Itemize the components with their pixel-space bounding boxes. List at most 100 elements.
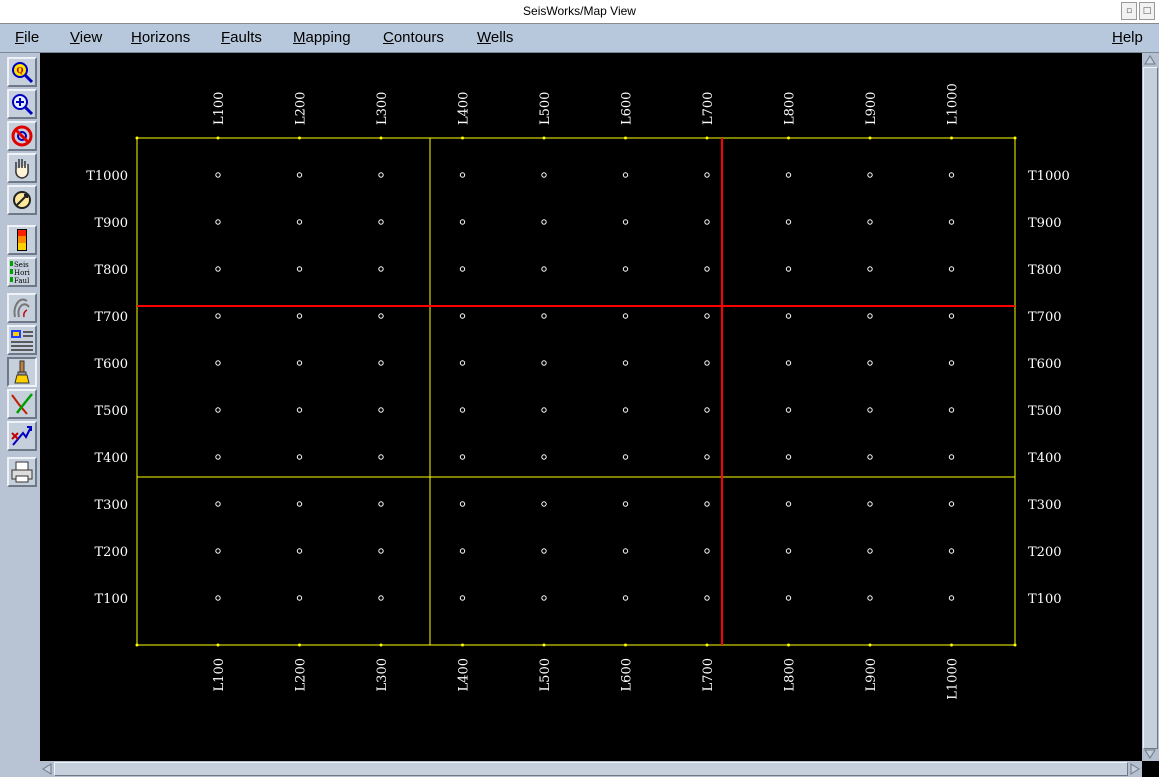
line-label-bottom: L300	[375, 658, 390, 691]
shotpoint-marker	[459, 595, 466, 601]
trace-label-right: T1000	[1028, 169, 1070, 184]
menu-horizons[interactable]: Horizons	[131, 29, 190, 46]
line-tick	[542, 643, 546, 647]
shotpoint-marker	[541, 172, 547, 178]
paint-brush-icon	[14, 360, 30, 384]
color-legend-button[interactable]	[7, 325, 37, 355]
maximize-button[interactable]: □	[1139, 2, 1155, 20]
line-tick	[950, 643, 953, 647]
scroll-down-icon[interactable]	[1143, 747, 1157, 761]
line-label-top: L400	[457, 92, 472, 125]
zoom-cancel-button[interactable]	[7, 121, 37, 151]
shotpoint-marker	[459, 501, 466, 507]
title-bar[interactable]: SeisWorks/Map View ▫ □	[0, 0, 1159, 24]
shotpoint-marker	[296, 313, 303, 319]
color-bar-button[interactable]	[7, 225, 37, 255]
seis-label: Seis	[14, 261, 29, 269]
map-canvas[interactable]: L100 L100 L200 L200 L300 L300 L400 L400 L500 L500…	[40, 53, 1142, 761]
menu-file[interactable]: File	[15, 29, 39, 46]
trace-label-left: T600	[95, 357, 128, 372]
trace-label-left: T400	[95, 451, 128, 466]
shotpoint-marker	[296, 266, 303, 272]
trace-label-left: T200	[95, 545, 128, 560]
shotpoint-marker	[541, 595, 547, 601]
shotpoint-marker	[378, 407, 384, 413]
shotpoint-marker	[541, 454, 547, 460]
shotpoint-marker	[215, 407, 221, 413]
line-tick	[379, 643, 383, 647]
horizontal-scroll-thumb[interactable]	[54, 762, 1128, 776]
shotpoint-marker	[296, 595, 303, 601]
shotpoint-marker	[215, 172, 221, 178]
menu-contours[interactable]: Contours	[383, 29, 444, 46]
minimize-button[interactable]: ▫	[1121, 2, 1137, 20]
shotpoint-marker	[867, 313, 873, 319]
base-map[interactable]: L100 L100 L200 L200 L300 L300 L400 L400 L500 L500…	[40, 53, 1142, 761]
boundary-corner	[1013, 136, 1017, 140]
shotpoint-marker	[867, 501, 873, 507]
shotpoint-marker	[785, 548, 792, 554]
line-label-top: L1000	[946, 83, 961, 125]
trace-label-left: T300	[95, 498, 128, 513]
shotpoint-marker	[867, 172, 873, 178]
line-label-top: L500	[538, 92, 553, 125]
vertical-scrollbar[interactable]	[1142, 53, 1159, 761]
tool-palette: Q Seis Hori Faul	[0, 53, 40, 761]
refresh-button[interactable]	[7, 185, 37, 215]
print-button[interactable]	[7, 457, 37, 487]
pick-arrow-button[interactable]	[7, 421, 37, 451]
shotpoint-marker	[215, 454, 221, 460]
pan-button[interactable]	[7, 153, 37, 183]
shotpoint-marker	[948, 219, 955, 225]
window-title: SeisWorks/Map View	[523, 4, 636, 18]
line-draw-button[interactable]	[7, 389, 37, 419]
scroll-corner	[1142, 761, 1159, 777]
line-tick	[542, 136, 546, 140]
shotpoint-marker	[378, 219, 384, 225]
menu-view[interactable]: View	[70, 29, 102, 46]
zoom-area-button[interactable]: Q	[7, 57, 37, 87]
menu-mapping[interactable]: Mapping	[293, 29, 351, 46]
line-label-top: L700	[701, 92, 716, 125]
boundary-corner	[135, 643, 139, 647]
shotpoint-marker	[296, 407, 303, 413]
line-label-bottom: L600	[620, 658, 635, 691]
shotpoint-marker	[704, 454, 710, 460]
line-label-bottom: L1000	[946, 658, 961, 700]
scroll-left-icon[interactable]	[40, 762, 54, 776]
horizontal-scrollbar[interactable]	[40, 761, 1142, 777]
boundary-corner	[1013, 643, 1017, 647]
color-bar-icon	[17, 229, 27, 251]
shotpoint-marker	[215, 548, 221, 554]
menu-faults[interactable]: Faults	[221, 29, 262, 46]
menu-wells[interactable]: Wells	[477, 29, 513, 46]
refresh-icon	[13, 191, 31, 209]
shotpoint-marker	[704, 360, 710, 366]
shotpoint-marker	[867, 454, 873, 460]
shotpoint-marker	[704, 595, 710, 601]
shotpoint-marker	[215, 313, 221, 319]
line-tick	[379, 136, 383, 140]
zoom-in-icon	[12, 94, 34, 116]
print-icon	[11, 461, 33, 483]
shotpoint-marker	[704, 219, 710, 225]
scroll-up-icon[interactable]	[1143, 53, 1157, 67]
shotpoint-marker	[215, 501, 221, 507]
scroll-right-icon[interactable]	[1128, 762, 1142, 776]
shotpoint-marker	[785, 595, 792, 601]
shotpoint-marker	[622, 407, 629, 413]
vertical-scroll-thumb[interactable]	[1143, 67, 1158, 749]
menu-help[interactable]: Help	[1112, 29, 1143, 46]
trace-label-right: T400	[1028, 451, 1061, 466]
shotpoint-marker	[785, 454, 792, 460]
shotpoint-marker	[867, 407, 873, 413]
fault-trace-button[interactable]	[7, 293, 37, 323]
shotpoint-marker	[948, 595, 955, 601]
zoom-in-button[interactable]	[7, 89, 37, 119]
paint-brush-button[interactable]	[7, 357, 37, 387]
shotpoint-marker	[785, 266, 792, 272]
seis-hori-faul-button[interactable]: Seis Hori Faul	[7, 257, 37, 287]
shotpoint-marker	[785, 313, 792, 319]
shotpoint-marker	[948, 454, 955, 460]
line-label-bottom: L900	[864, 658, 879, 691]
